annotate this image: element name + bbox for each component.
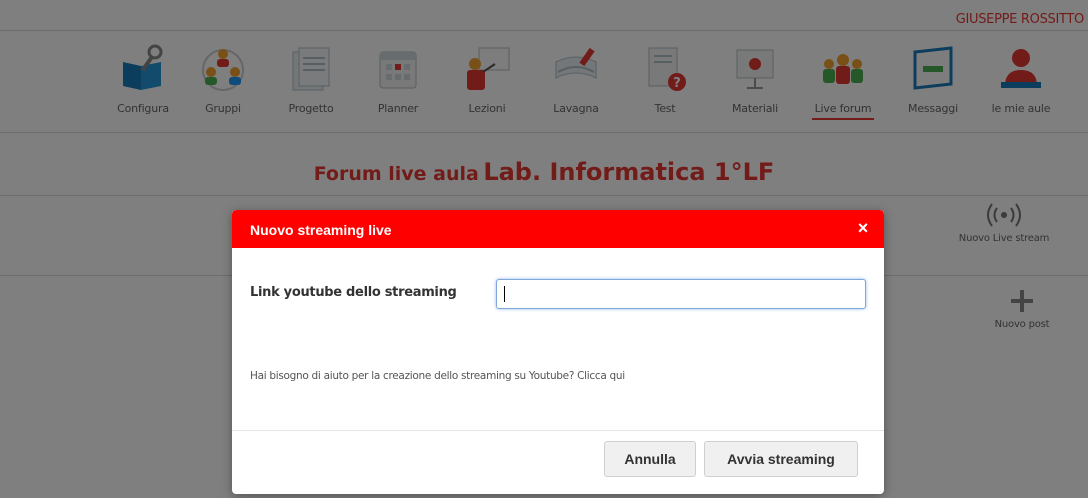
close-icon[interactable]: ×: [854, 219, 872, 237]
youtube-link-label: Link youtube dello streaming: [250, 285, 457, 300]
dialog-title: Nuovo streaming live: [250, 222, 392, 238]
youtube-link-input[interactable]: [496, 279, 866, 309]
start-streaming-button[interactable]: Avvia streaming: [704, 441, 858, 477]
cancel-button[interactable]: Annulla: [604, 441, 696, 477]
text-cursor: [504, 286, 505, 302]
help-link[interactable]: Hai bisogno di aiuto per la creazione de…: [250, 370, 625, 382]
dialog-footer-divider: [232, 430, 884, 431]
new-streaming-dialog: Nuovo streaming live × Link youtube dell…: [232, 210, 884, 494]
dialog-header: Nuovo streaming live ×: [232, 210, 884, 248]
